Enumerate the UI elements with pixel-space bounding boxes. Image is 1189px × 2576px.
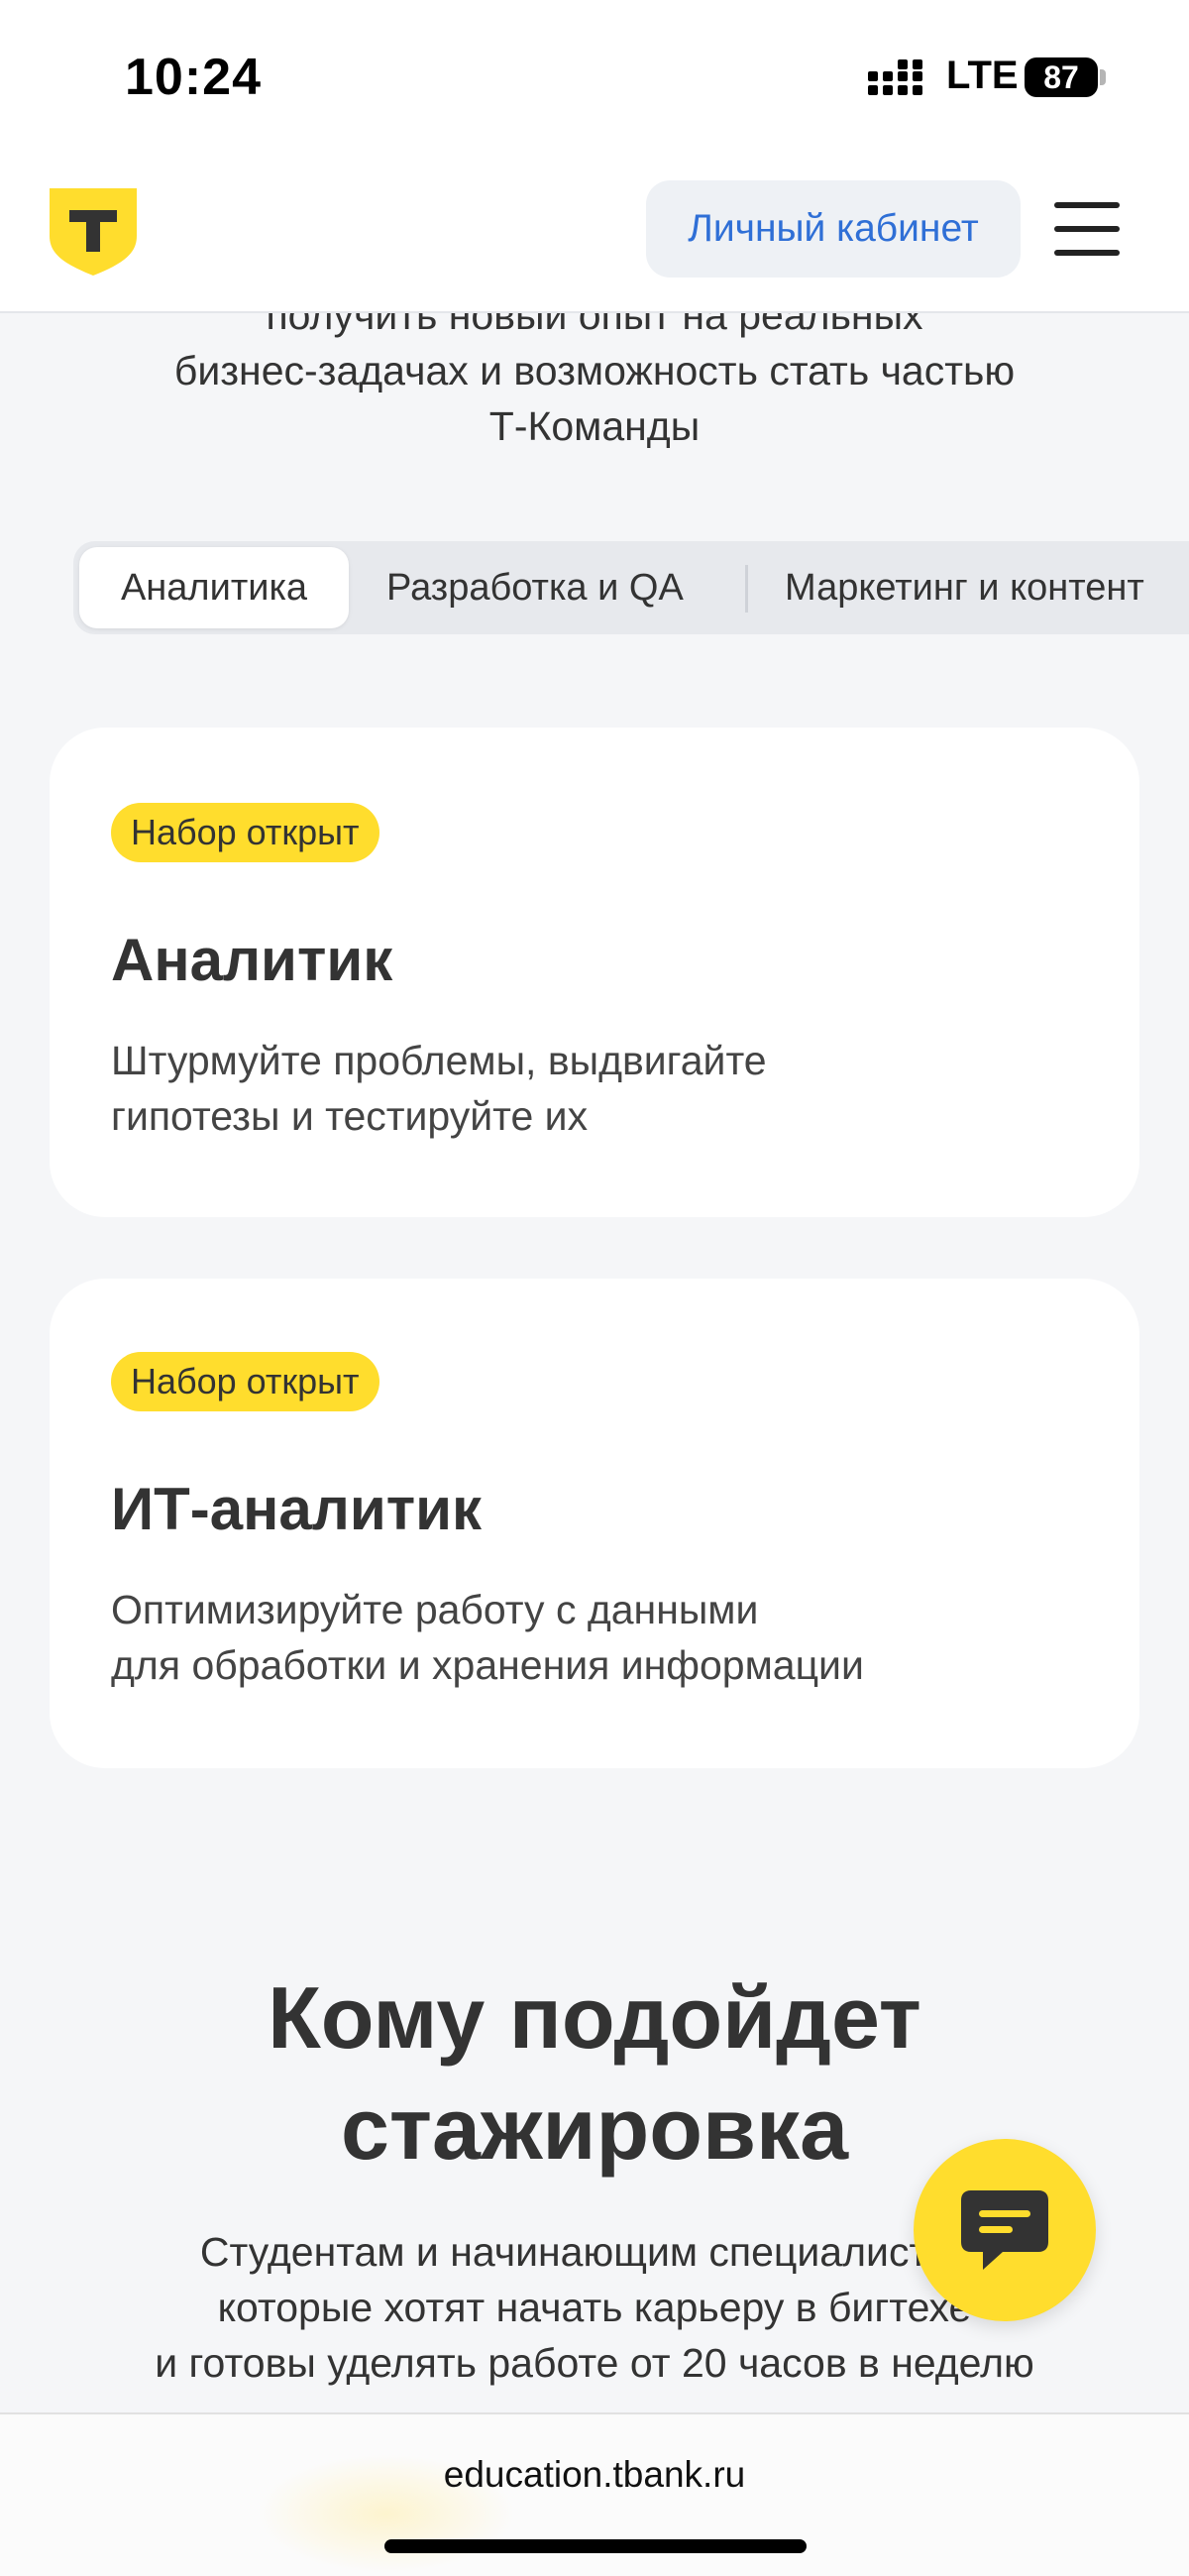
tbank-logo-icon[interactable] [48,186,139,278]
home-indicator[interactable] [384,2539,807,2553]
card-description-line: Оптимизируйте работу с данными [111,1587,759,1632]
cellular-signal-icon [868,59,922,95]
menu-icon[interactable] [1054,202,1120,258]
tab-analytics[interactable]: Аналитика [79,547,349,628]
card-description-line: для обработки и хранения информации [111,1642,864,1688]
section-description-line: и готовы уделять работе от 20 часов в не… [155,2340,1034,2386]
status-bar: 10:24 LTE 87 [0,0,1189,159]
tab-marketing[interactable]: Маркетинг и контент [785,547,1144,628]
network-type: LTE [946,54,1019,97]
url-text[interactable]: education.tbank.ru [0,2454,1189,2496]
site-header: Личный кабинет [0,159,1189,313]
section-title-line: Кому подойдет [268,1968,921,2067]
chat-button[interactable] [914,2139,1096,2321]
card-description-line: гипотезы и тестируйте их [111,1093,589,1139]
card-title: ИТ-аналитик [111,1476,483,1542]
personal-account-button[interactable]: Личный кабинет [646,180,1021,278]
intro-line: бизнес-задачах и возможность стать часть… [173,348,1016,393]
battery-level: 87 [1043,59,1079,95]
card-description: Штурмуйте проблемы, выдвигайте гипотезы … [111,1033,1082,1144]
status-time: 10:24 [125,49,262,106]
browser-address-bar[interactable]: education.tbank.ru [0,2412,1189,2576]
chat-bubble-icon [961,2190,1048,2270]
battery-icon: 87 [1025,57,1106,99]
card-description: Оптимизируйте работу с данными для обраб… [111,1582,1082,1693]
vacancy-card-analyst[interactable]: Набор открыт Аналитик Штурмуйте проблемы… [50,728,1139,1217]
intro-line: Т-Команды [488,403,701,449]
status-badge: Набор открыт [111,803,379,862]
vacancy-card-it-analyst[interactable]: Набор открыт ИТ-аналитик Оптимизируйте р… [50,1279,1139,1768]
card-title: Аналитик [111,927,393,993]
card-description-line: Штурмуйте проблемы, выдвигайте [111,1038,767,1083]
status-badge: Набор открыт [111,1352,379,1411]
tab-development-qa[interactable]: Разработка и QA [386,547,684,628]
tab-divider [745,565,748,613]
category-tabs: Аналитика Разработка и QA Маркетинг и ко… [73,541,1189,634]
